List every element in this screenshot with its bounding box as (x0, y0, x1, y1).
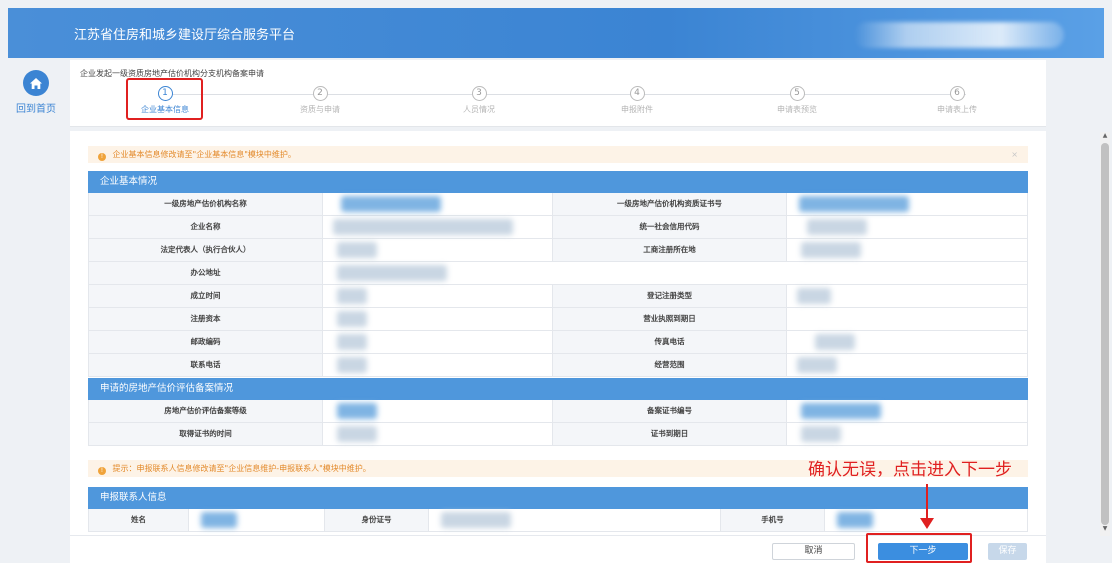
table-row: 一级房地产估价机构名称 一级房地产估价机构资质证书号 (88, 193, 1028, 216)
field-label: 一级房地产估价机构资质证书号 (553, 193, 787, 215)
platform-title: 江苏省住房和城乡建设厅综合服务平台 (74, 28, 296, 43)
steps-panel: 企业发起一级资质房地产估价机构分支机构备案申请 1 企业基本信息 2 资质与申请… (70, 60, 1046, 127)
step-2[interactable]: 2 资质与申请 (275, 86, 365, 115)
step-label: 资质与申请 (300, 105, 340, 114)
field-value (323, 400, 553, 422)
field-value (323, 423, 553, 445)
table-row: 姓名 身份证号 手机号 (88, 509, 1028, 532)
table-row: 注册资本 营业执照到期日 (88, 308, 1028, 331)
home-label: 回到首页 (16, 104, 56, 115)
step-number: 4 (629, 86, 645, 101)
field-label: 一级房地产估价机构名称 (89, 193, 323, 215)
step-5[interactable]: 5 申请表预览 (752, 86, 842, 115)
table-row: 邮政编码 传真电话 (88, 331, 1028, 354)
notice-text: 企业基本信息修改请至"企业基本信息"模块中维护。 (112, 150, 296, 159)
field-label: 传真电话 (553, 331, 787, 353)
field-value (787, 285, 1027, 307)
home-icon (23, 70, 49, 96)
table-row: 企业名称 统一社会信用代码 (88, 216, 1028, 239)
field-value (323, 354, 553, 376)
step-number: 3 (471, 86, 487, 101)
close-icon[interactable]: × (1011, 146, 1018, 163)
field-label: 手机号 (721, 509, 825, 531)
step-number: 2 (312, 86, 328, 101)
field-value (787, 216, 1027, 238)
top-header: 江苏省住房和城乡建设厅综合服务平台 (8, 8, 1104, 58)
step-label: 申请表预览 (777, 105, 817, 114)
arrow-down-icon (920, 518, 934, 529)
field-label: 姓名 (89, 509, 189, 531)
field-label: 身份证号 (325, 509, 429, 531)
field-label: 房地产估价评估备案等级 (89, 400, 323, 422)
field-value (189, 509, 325, 531)
info-icon: ! (98, 467, 106, 475)
field-value (323, 331, 553, 353)
table-row: 联系电话 经营范围 (88, 354, 1028, 377)
field-value (323, 308, 553, 330)
step-6[interactable]: 6 申请表上传 (912, 86, 1002, 115)
step-label: 人员情况 (463, 105, 495, 114)
cancel-button[interactable]: 取消 (772, 543, 855, 560)
field-label: 统一社会信用代码 (553, 216, 787, 238)
step-number: 5 (789, 86, 805, 101)
field-label: 成立时间 (89, 285, 323, 307)
home-button[interactable]: 回到首页 (14, 66, 58, 116)
field-label: 注册资本 (89, 308, 323, 330)
section-header: 企业基本情况 (88, 171, 1028, 193)
field-value (787, 308, 1027, 330)
step-4[interactable]: 4 申报附件 (592, 86, 682, 115)
step-3[interactable]: 3 人员情况 (434, 86, 524, 115)
field-value (787, 239, 1027, 261)
annotation-arrow (926, 484, 928, 522)
field-label: 登记注册类型 (553, 285, 787, 307)
field-label: 企业名称 (89, 216, 323, 238)
field-value (787, 400, 1027, 422)
annotation-text: 确认无误，点击进入下一步 (808, 460, 1012, 480)
step-label: 申报附件 (621, 105, 653, 114)
field-value (787, 193, 1027, 215)
next-button-highlight (866, 533, 972, 563)
field-value (787, 423, 1027, 445)
section-header: 申请的房地产估价评估备案情况 (88, 378, 1028, 400)
field-value (323, 262, 1027, 284)
table-row: 取得证书的时间 证书到期日 (88, 423, 1028, 446)
field-label: 法定代表人（执行合伙人） (89, 239, 323, 261)
field-label: 营业执照到期日 (553, 308, 787, 330)
table-row: 办公地址 (88, 262, 1028, 285)
field-label: 经营范围 (553, 354, 787, 376)
table-row: 房地产估价评估备案等级 备案证书编号 (88, 400, 1028, 423)
step-label: 申请表上传 (937, 105, 977, 114)
field-value (323, 285, 553, 307)
scrollbar-thumb[interactable] (1101, 143, 1109, 525)
field-label: 工商注册所在地 (553, 239, 787, 261)
field-label: 取得证书的时间 (89, 423, 323, 445)
field-value (787, 354, 1027, 376)
scroll-down-icon[interactable]: ▼ (1101, 525, 1109, 532)
field-label: 邮政编码 (89, 331, 323, 353)
field-value (323, 193, 553, 215)
step-number: 6 (949, 86, 965, 101)
field-label: 联系电话 (89, 354, 323, 376)
scroll-up-icon[interactable]: ▲ (1101, 132, 1109, 139)
field-value (787, 331, 1027, 353)
field-label: 办公地址 (89, 262, 323, 284)
user-info-redacted[interactable] (854, 22, 1064, 48)
info-icon: ! (98, 153, 106, 161)
table-row: 法定代表人（执行合伙人） 工商注册所在地 (88, 239, 1028, 262)
field-value (323, 216, 553, 238)
field-value (429, 509, 721, 531)
notice-basic-info: ! 企业基本信息修改请至"企业基本信息"模块中维护。 × (88, 146, 1028, 163)
table-row: 成立时间 登记注册类型 (88, 285, 1028, 308)
active-step-highlight (126, 78, 203, 120)
field-label: 证书到期日 (553, 423, 787, 445)
section-header: 申报联系人信息 (88, 487, 1028, 509)
field-label: 备案证书编号 (553, 400, 787, 422)
save-button[interactable]: 保存 (988, 543, 1027, 560)
field-value (323, 239, 553, 261)
notice-text: 提示：申报联系人信息修改请至"企业信息维护-申报联系人"模块中维护。 (112, 464, 371, 473)
